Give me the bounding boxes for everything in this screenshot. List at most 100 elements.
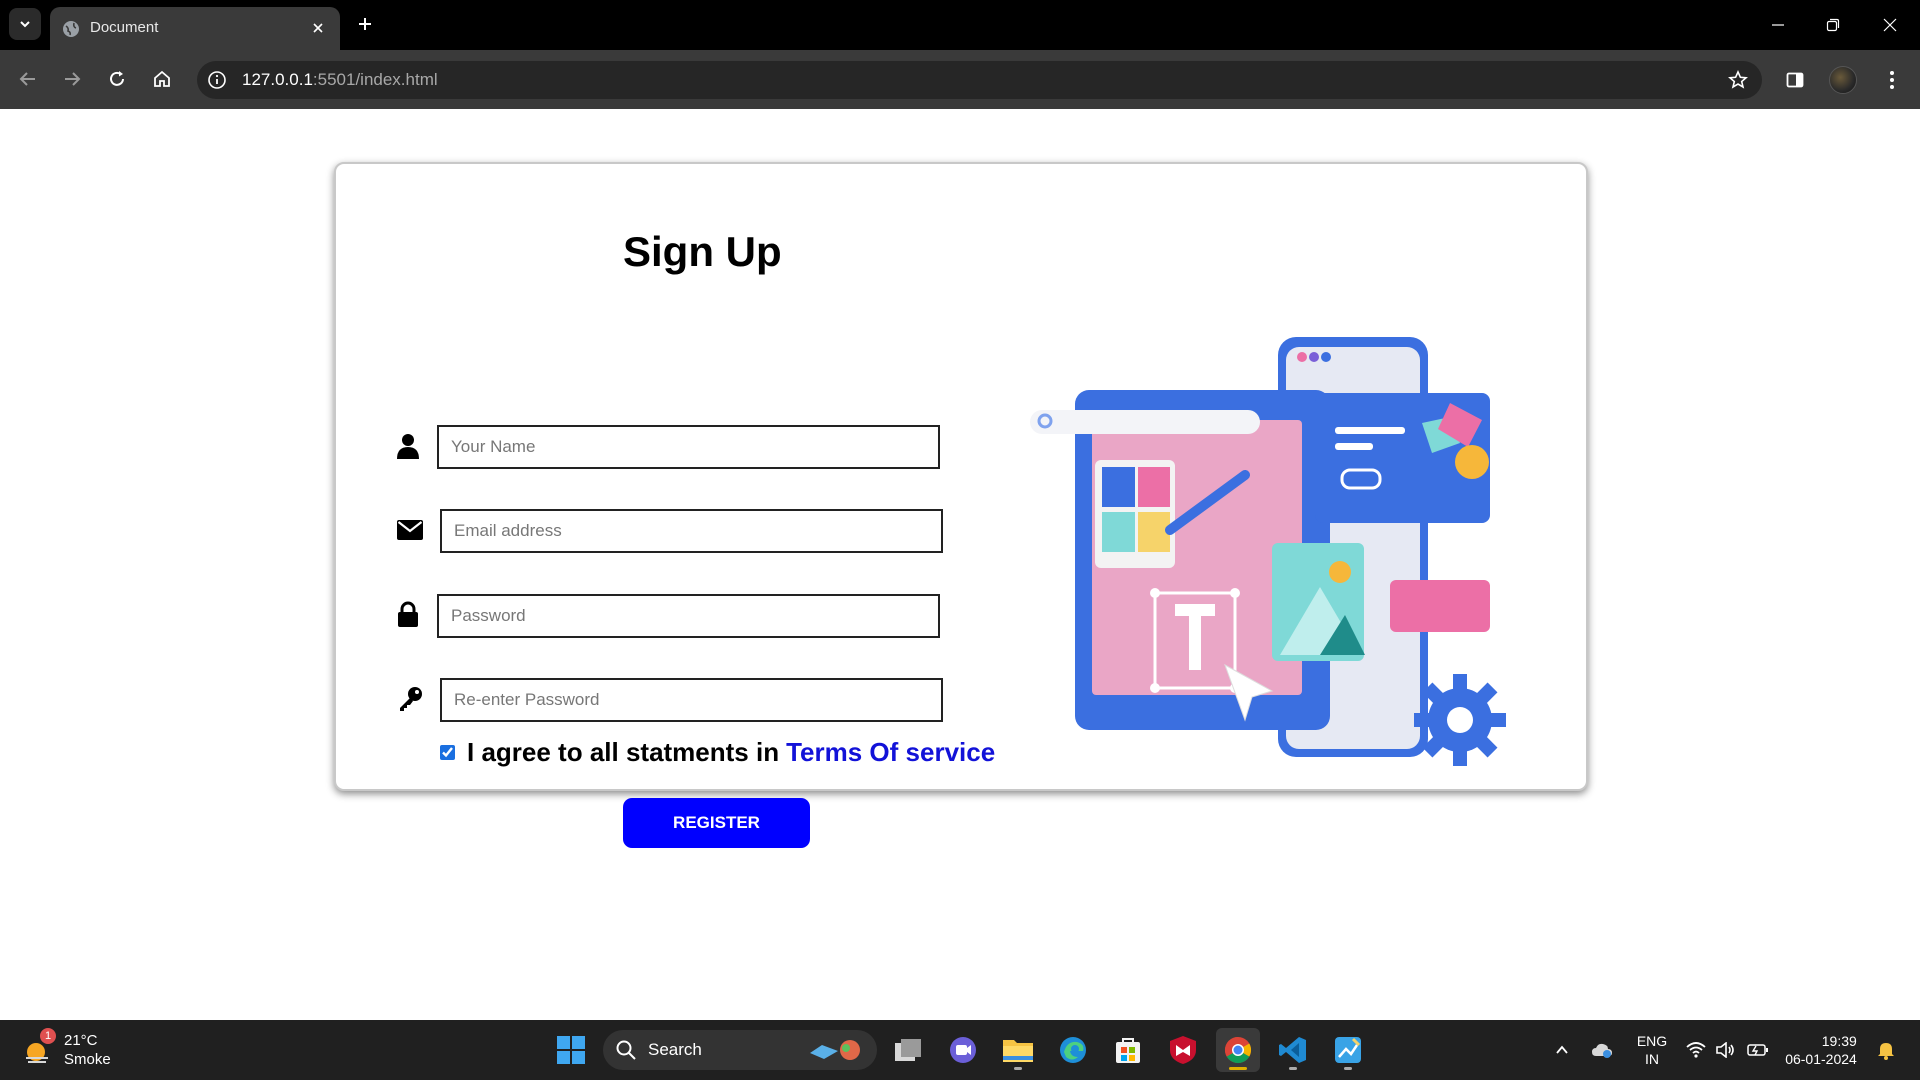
clock-time: 19:39 [1821, 1033, 1857, 1049]
globe-icon [63, 21, 79, 37]
bell-icon [1878, 1043, 1894, 1060]
home-button[interactable] [146, 63, 178, 95]
minimize-icon [1772, 24, 1784, 26]
profile-button[interactable] [1826, 63, 1860, 97]
teams-app[interactable] [941, 1028, 985, 1072]
url-host: 127.0.0.1 [242, 70, 313, 89]
language-indicator[interactable]: ENG IN [1630, 1028, 1674, 1072]
notifications-button[interactable] [1874, 1028, 1898, 1072]
agree-checkbox[interactable] [440, 744, 455, 760]
avatar [1829, 66, 1857, 94]
restore-icon [1826, 18, 1840, 32]
side-panel-icon [1786, 72, 1804, 88]
task-view-icon [895, 1039, 921, 1061]
reload-button[interactable] [101, 63, 133, 95]
lang-top: ENG [1636, 1033, 1668, 1049]
cloud-icon [1592, 1043, 1612, 1058]
running-indicator [1344, 1067, 1352, 1070]
volume-tray[interactable] [1713, 1028, 1737, 1072]
envelope-icon [395, 515, 425, 545]
vscode-app[interactable] [1271, 1028, 1315, 1072]
back-button[interactable] [12, 63, 44, 95]
task-view-button[interactable] [886, 1028, 930, 1072]
page-title: Sign Up [623, 228, 782, 275]
new-tab-button[interactable] [352, 11, 378, 37]
tab-close-icon[interactable] [306, 16, 330, 40]
menu-button[interactable] [1875, 63, 1909, 97]
search-highlight-icon [810, 1040, 860, 1060]
plus-icon [359, 18, 371, 30]
clock-date: 06-01-2024 [1785, 1051, 1857, 1067]
chevron-up-icon [1556, 1045, 1568, 1054]
tab-title: Document [90, 19, 159, 36]
file-explorer-app[interactable] [996, 1028, 1040, 1072]
taskbar-search[interactable]: Search [603, 1030, 877, 1070]
start-button[interactable] [549, 1028, 593, 1072]
folder-icon [1003, 1040, 1033, 1062]
weather-badge: 1 [40, 1028, 56, 1044]
minimize-button[interactable] [1758, 10, 1798, 40]
reload-icon [110, 71, 124, 86]
image-editor-icon [1335, 1037, 1361, 1063]
register-button[interactable]: REGISTER [623, 798, 810, 848]
repassword-field[interactable] [440, 678, 943, 722]
video-chat-icon [950, 1037, 976, 1063]
more-vertical-icon [1890, 71, 1894, 89]
browser-tab[interactable]: Document [50, 7, 340, 50]
mcafee-app[interactable] [1161, 1028, 1205, 1072]
running-indicator [1289, 1067, 1297, 1070]
chrome-app[interactable] [1216, 1028, 1260, 1072]
arrow-right-icon [65, 72, 81, 86]
arrow-left-icon [19, 72, 35, 86]
store-icon [1116, 1038, 1140, 1063]
windows-icon [557, 1036, 585, 1064]
site-info-icon[interactable] [205, 68, 229, 92]
address-bar[interactable]: 127.0.0.1:5501/index.html [197, 61, 1762, 99]
bookmark-star-icon[interactable] [1726, 68, 1750, 92]
search-icon [616, 1040, 636, 1060]
name-field[interactable] [437, 425, 940, 469]
agree-text: I agree to all statments in [467, 736, 780, 767]
url-text: 127.0.0.1:5501/index.html [242, 70, 438, 90]
agree-row: I agree to all statments in Terms Of ser… [440, 737, 995, 767]
running-indicator [1229, 1067, 1247, 1070]
speaker-icon [1716, 1042, 1734, 1058]
key-icon [396, 683, 426, 713]
wifi-tray[interactable] [1684, 1028, 1708, 1072]
signup-illustration [1030, 337, 1506, 766]
battery-tray[interactable] [1746, 1028, 1770, 1072]
user-icon [393, 431, 423, 461]
home-icon [154, 70, 170, 87]
weather-condition: Smoke [64, 1051, 111, 1068]
close-window-button[interactable] [1870, 10, 1910, 40]
store-app[interactable] [1106, 1028, 1150, 1072]
vscode-icon [1279, 1037, 1306, 1063]
show-hidden-icons-button[interactable] [1550, 1028, 1574, 1072]
paint-app[interactable] [1326, 1028, 1370, 1072]
wifi-icon [1686, 1042, 1706, 1058]
browser-tab-bar: Document [0, 0, 1920, 50]
lock-icon [393, 599, 423, 629]
close-icon [1883, 18, 1897, 32]
weather-temp: 21°C [64, 1032, 98, 1049]
chrome-icon [1224, 1036, 1252, 1064]
email-field[interactable] [440, 509, 943, 553]
edge-app[interactable] [1051, 1028, 1095, 1072]
tab-search-button[interactable] [9, 8, 41, 40]
battery-icon [1747, 1044, 1768, 1056]
lang-bottom: IN [1645, 1051, 1659, 1067]
forward-button[interactable] [56, 63, 88, 95]
browser-toolbar: 127.0.0.1:5501/index.html [0, 50, 1920, 109]
running-indicator [1014, 1067, 1022, 1070]
password-field[interactable] [437, 594, 940, 638]
chevron-down-icon [20, 21, 30, 28]
terms-link[interactable]: Terms Of service [786, 737, 995, 768]
onedrive-tray[interactable] [1589, 1028, 1615, 1072]
restore-button[interactable] [1813, 10, 1853, 40]
url-path: :5501/index.html [312, 70, 438, 89]
edge-icon [1060, 1037, 1086, 1063]
clock[interactable]: 19:39 06-01-2024 [1783, 1028, 1859, 1072]
shield-icon [1170, 1036, 1196, 1064]
search-label: Search [648, 1040, 702, 1059]
side-panel-button[interactable] [1778, 63, 1812, 97]
